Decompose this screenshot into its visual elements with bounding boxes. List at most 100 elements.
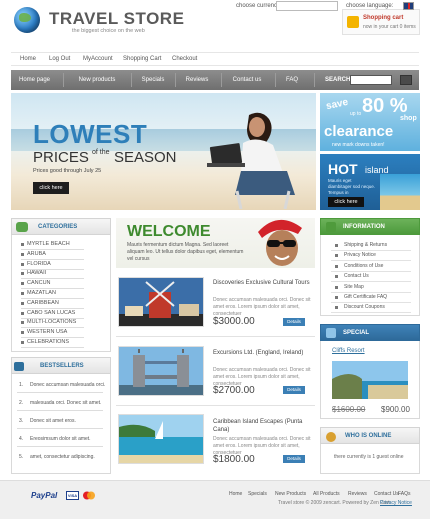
toplink-logout[interactable]: Log Out: [49, 56, 70, 62]
category-bullet-icon: [21, 243, 24, 246]
nav-new-products[interactable]: New products: [66, 70, 128, 90]
special-product-image[interactable]: [332, 361, 408, 399]
search-input[interactable]: [350, 75, 392, 85]
category-item[interactable]: CELEBRATIONS: [27, 339, 69, 345]
information-divider: [331, 302, 411, 303]
product-details-button-1[interactable]: Details: [283, 318, 305, 326]
category-item[interactable]: CABO SAN LUCAS: [27, 310, 75, 316]
product-image-3[interactable]: [118, 414, 204, 464]
category-item[interactable]: WESTERN USA: [27, 329, 67, 335]
category-item[interactable]: MYRTLE BEACH: [27, 241, 70, 247]
bestsellers-title: BESTSELLERS: [40, 363, 84, 369]
category-item[interactable]: HAWAII: [27, 270, 46, 276]
nav-contact-us[interactable]: Contact us: [223, 70, 271, 90]
logo-title[interactable]: TRAVEL STORE: [49, 9, 184, 29]
category-divider: [21, 347, 84, 348]
footer-privacy-link[interactable]: Privacy Notice: [380, 500, 412, 506]
hero-season-text: SEASON: [114, 149, 177, 166]
bestseller-item[interactable]: Donec accumsan malesuada orci.: [30, 382, 105, 388]
bestseller-item[interactable]: Donec sit amet eros.: [30, 418, 76, 424]
category-item[interactable]: MULTI-LOCATIONS: [27, 319, 76, 325]
promo-upto-text: up to: [350, 111, 362, 117]
product-title-1[interactable]: Discoveries Exclusive Cultural Tours: [213, 279, 311, 287]
cliffs-resort-image: [332, 361, 408, 399]
footer-link[interactable]: Home: [229, 491, 242, 497]
hot-island-promo-banner[interactable]: HOT island Mauris eget diambitager sod n…: [320, 154, 420, 210]
category-item[interactable]: FLORIDA: [27, 261, 51, 267]
information-link[interactable]: Privacy Notice: [344, 252, 376, 258]
information-link[interactable]: Shipping & Returns: [344, 242, 387, 248]
info-bullet-icon: [335, 306, 338, 310]
category-item[interactable]: CANCUN: [27, 280, 51, 286]
nav-home-page[interactable]: Home page: [11, 70, 58, 90]
uk-flag-icon[interactable]: [403, 2, 414, 10]
footer-link[interactable]: Specials: [248, 491, 267, 497]
category-item[interactable]: CARIBBEAN: [27, 300, 59, 306]
toplink-myaccount[interactable]: MyAccount: [83, 56, 113, 62]
product-details-button-3[interactable]: Details: [283, 455, 305, 463]
information-link[interactable]: Gift Certificate FAQ: [344, 294, 387, 300]
footer-link[interactable]: Contact Us: [374, 491, 399, 497]
who-is-online-title: WHO IS ONLINE: [345, 433, 392, 439]
clock-icon: [326, 432, 336, 442]
toplink-home[interactable]: Home: [20, 56, 36, 62]
special-icon: [326, 328, 336, 338]
logo-globe-icon[interactable]: [14, 7, 40, 33]
product-image-1[interactable]: [118, 277, 204, 327]
promo-clearance-text: clearance: [324, 123, 394, 140]
sailboat-beach-image: [119, 415, 203, 463]
bestseller-item[interactable]: malesuada orci. Donec sit amet.: [30, 400, 101, 406]
nav-separator: [131, 73, 132, 87]
footer-link[interactable]: Reviews: [348, 491, 367, 497]
welcome-title: WELCOME: [127, 223, 211, 240]
toplink-checkout[interactable]: Checkout: [172, 56, 197, 62]
nav-specials[interactable]: Specials: [133, 70, 173, 90]
promo-hot-description: Mauris eget diambitager sod neque. Tempu…: [328, 178, 376, 195]
information-link[interactable]: Conditions of Use: [344, 263, 383, 269]
island-beach-image: [380, 174, 420, 210]
footer-link[interactable]: New Products: [275, 491, 306, 497]
info-bullet-icon: [335, 285, 338, 289]
product-price-1: $3000.00: [213, 316, 255, 327]
promo-hot-text: HOT: [328, 161, 358, 177]
bestsellers-icon: [14, 362, 24, 371]
promo-save-text: save: [325, 96, 350, 113]
product-details-button-2[interactable]: Details: [283, 386, 305, 394]
hero-headline: LOWEST: [33, 119, 148, 149]
information-title: INFORMATION: [343, 224, 385, 230]
hero-banner[interactable]: LOWEST PRICES of the SEASON Prices good …: [11, 93, 316, 210]
product-title-3[interactable]: Caribbean Island Escapes (Punta Cana): [213, 418, 311, 434]
footer-link[interactable]: All Products: [313, 491, 340, 497]
shopping-cart-box[interactable]: Shopping cart now in your cart 0 items: [342, 9, 420, 35]
bestseller-item[interactable]: Ereosimsum dolor sit amet.: [30, 436, 91, 442]
cart-title[interactable]: Shopping cart: [363, 15, 403, 21]
search-button[interactable]: [400, 75, 412, 85]
hero-subtext: Prices good through July 25: [33, 168, 102, 174]
bestseller-item[interactable]: amet, consectetur adipiscing.: [30, 454, 95, 460]
special-product-link[interactable]: Cliffs Resort: [332, 348, 365, 354]
currency-label: choose currency:: [236, 3, 282, 9]
category-item[interactable]: MAZATLAN: [27, 290, 56, 296]
nav-faq[interactable]: FAQ: [277, 70, 307, 90]
category-bullet-icon: [21, 252, 24, 256]
category-item[interactable]: ARUBA: [27, 251, 46, 257]
top-links-bar: Home Log Out MyAccount Shopping Cart Che…: [11, 52, 419, 66]
categories-title: CATEGORIES: [38, 224, 78, 230]
product-image-2[interactable]: [118, 346, 204, 396]
product-title-2[interactable]: Excursions Ltd. (England, Ireland): [213, 349, 311, 357]
information-link[interactable]: Contact Us: [344, 273, 369, 279]
clearance-promo-banner[interactable]: save up to 80 % shop clearance new mark …: [320, 93, 420, 151]
currency-select[interactable]: [276, 1, 338, 11]
nav-reviews[interactable]: Reviews: [177, 70, 217, 90]
information-link[interactable]: Discount Coupons: [344, 304, 385, 310]
hero-click-here-button[interactable]: click here: [33, 182, 69, 194]
info-bullet-icon: [335, 244, 338, 247]
promo-shop-text: shop: [400, 115, 417, 122]
bestseller-divider: [17, 410, 103, 411]
toplink-shopping-cart[interactable]: Shopping Cart: [123, 56, 161, 62]
footer-link[interactable]: FAQs: [398, 491, 411, 497]
hot-island-click-here-button[interactable]: click here: [328, 197, 364, 207]
search-label: SEARCH: [325, 77, 351, 83]
information-link[interactable]: Site Map: [344, 284, 364, 290]
woman-with-laptop-image: [207, 112, 295, 209]
